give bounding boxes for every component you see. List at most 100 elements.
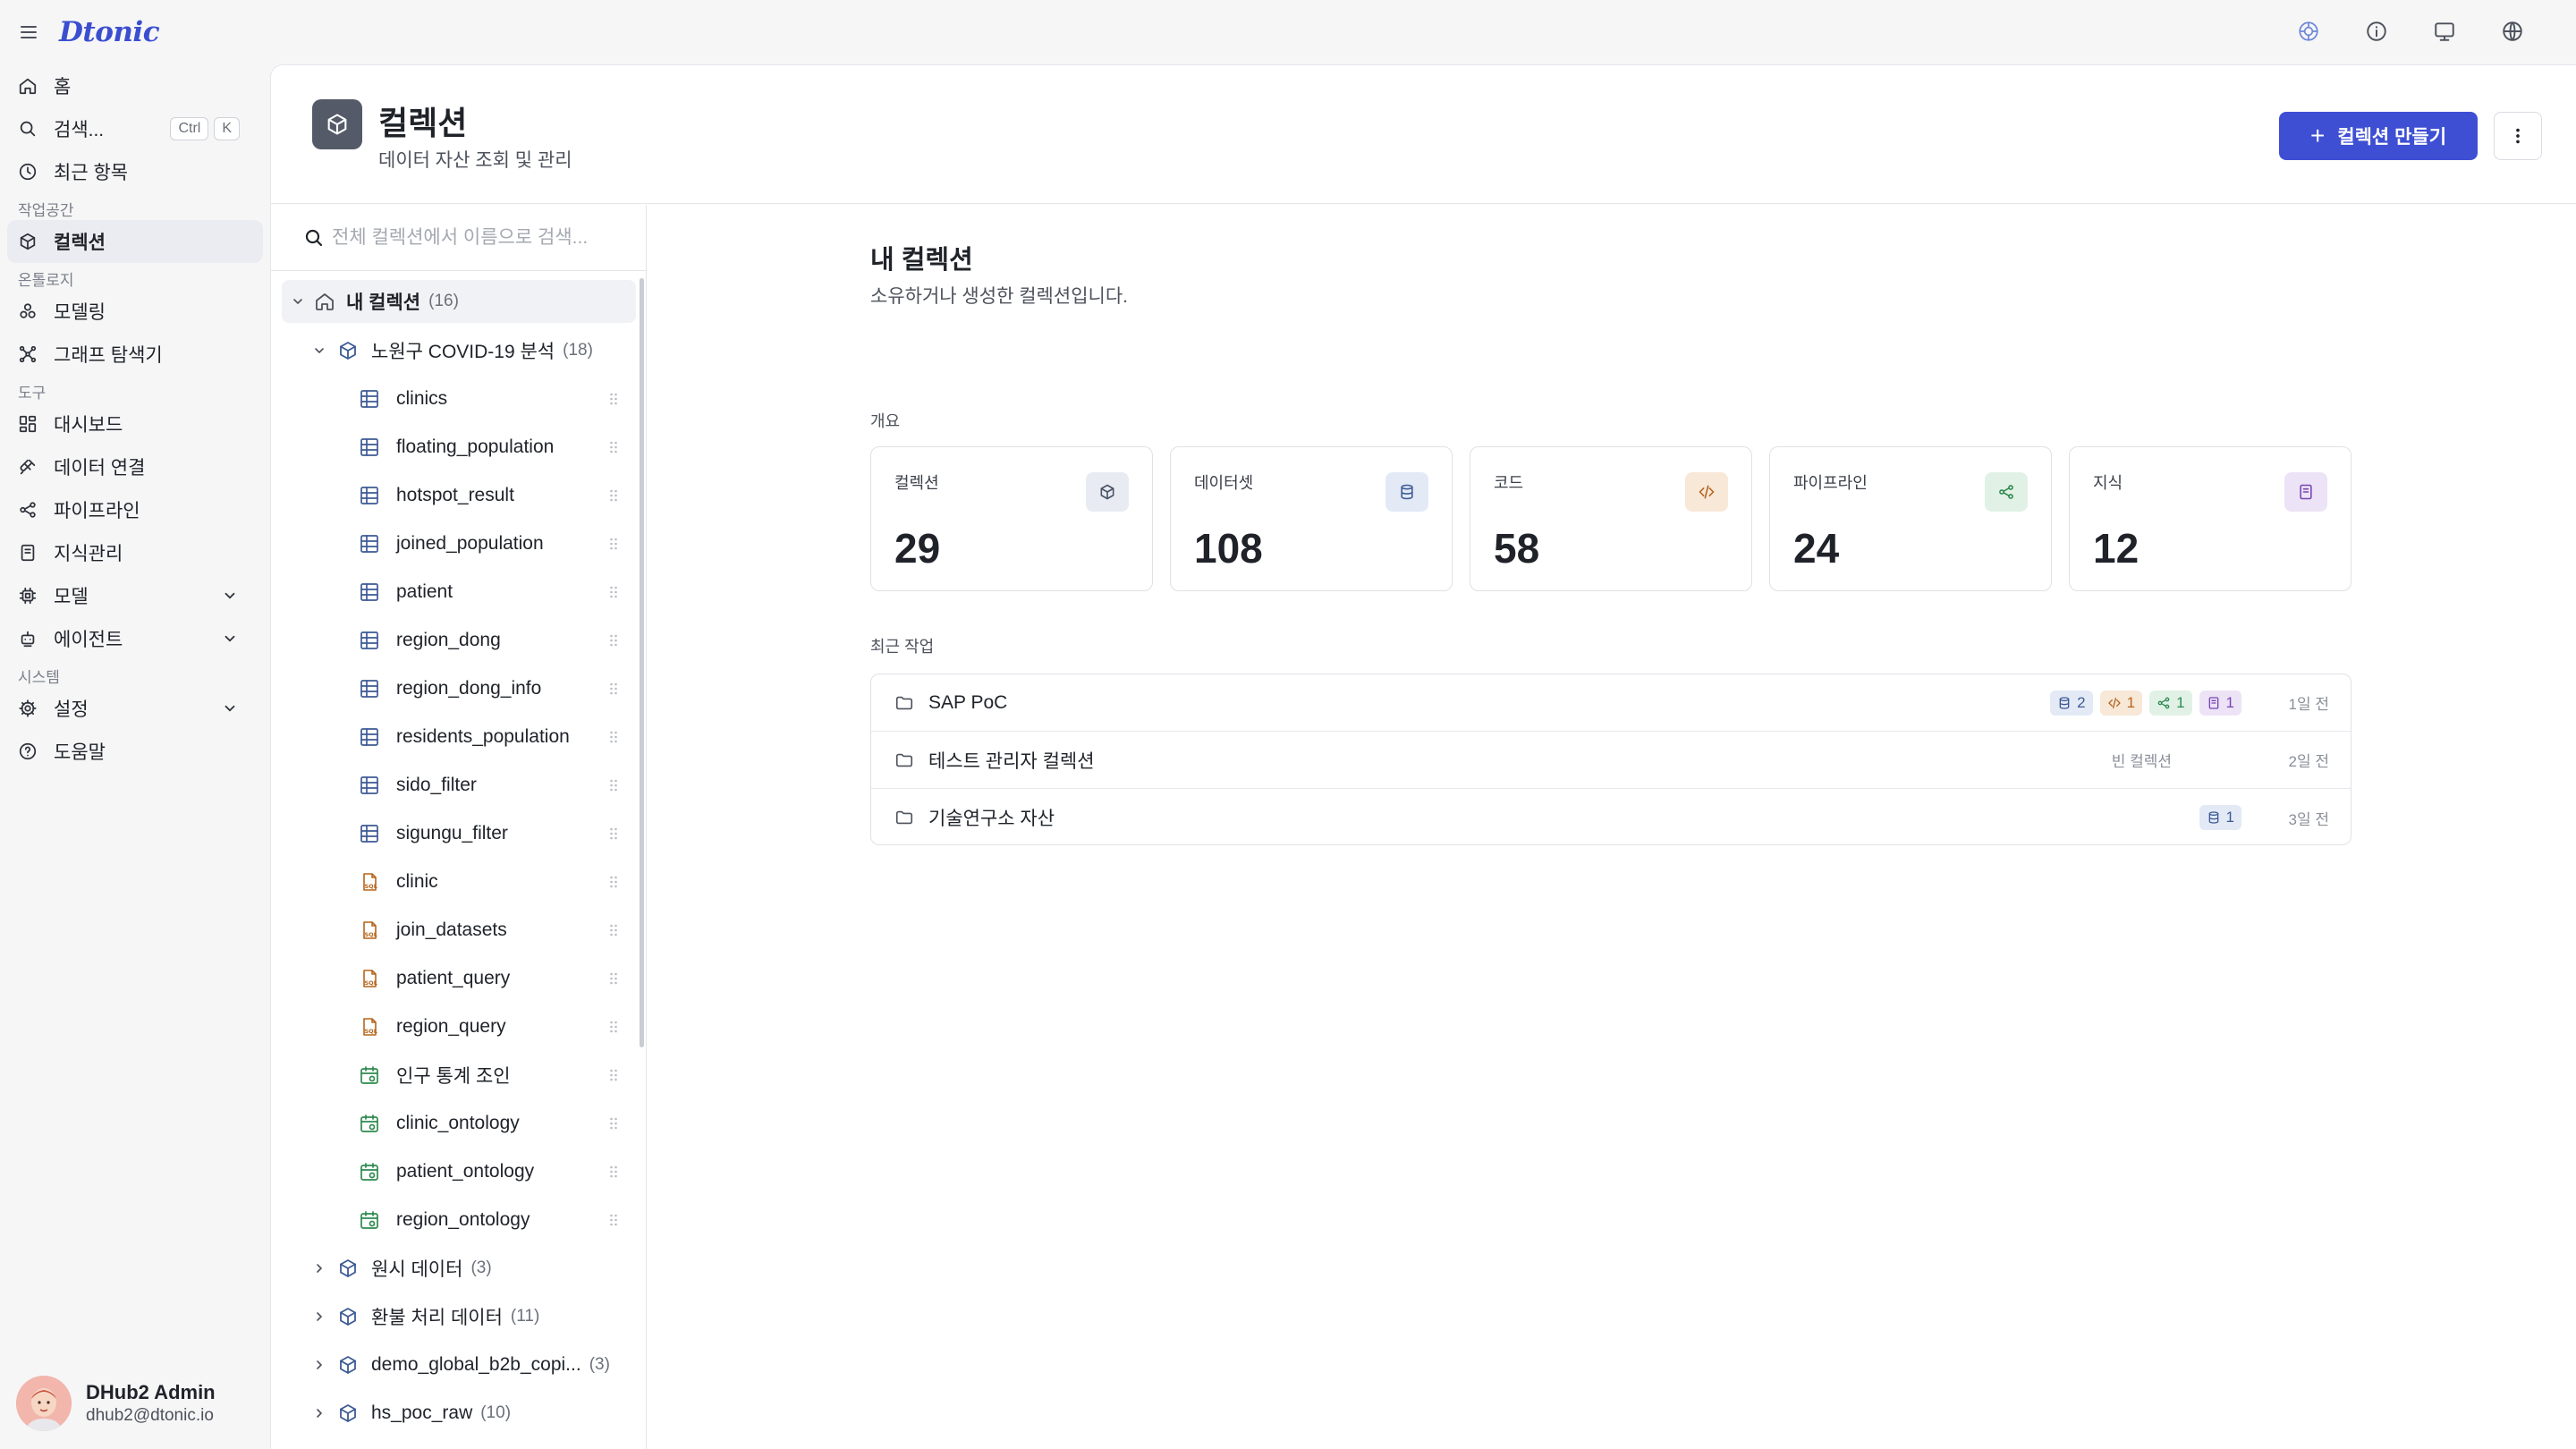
drag-handle-icon[interactable] xyxy=(609,537,618,551)
tree-collection[interactable]: demo_global_b2b_copi... (3) xyxy=(312,1343,629,1386)
sidebar-item-home[interactable]: 홈 xyxy=(0,64,263,107)
drag-handle-icon[interactable] xyxy=(609,875,618,889)
stat-card[interactable]: 컬렉션 29 xyxy=(870,446,1153,591)
tree-collection[interactable]: 원시 데이터 (3) xyxy=(312,1247,629,1290)
drag-handle-icon[interactable] xyxy=(609,778,618,792)
svg-text:SQL: SQL xyxy=(365,979,377,987)
table-icon xyxy=(360,680,378,698)
chevron-right-icon[interactable] xyxy=(312,1261,326,1275)
chevron-down-icon[interactable] xyxy=(312,343,326,358)
sidebar-item-robot[interactable]: 에이전트 xyxy=(0,617,263,660)
tree-item[interactable]: SQL patient_query xyxy=(359,957,629,1000)
status-icon[interactable] xyxy=(2297,20,2320,43)
tree-item[interactable]: region_dong_info xyxy=(359,667,629,710)
stat-card[interactable]: 지식 12 xyxy=(2069,446,2351,591)
tree-item[interactable]: SQL clinic xyxy=(359,860,629,903)
sidebar-item-clock[interactable]: 최근 항목 xyxy=(0,150,263,193)
create-collection-button[interactable]: + 컬렉션 만들기 xyxy=(2279,112,2478,160)
empty-collection-note: 빈 컬렉션 xyxy=(2111,753,2172,770)
drag-handle-icon[interactable] xyxy=(609,730,618,744)
tree-collection-covid[interactable]: 노원구 COVID-19 분석 (18) xyxy=(312,329,629,372)
cube-icon xyxy=(340,342,356,360)
tree-item[interactable]: clinics xyxy=(359,377,629,420)
section-subtitle: 소유하거나 생성한 컬렉션입니다. xyxy=(870,286,1128,307)
section-label-tools: 도구 xyxy=(18,385,47,402)
recent-row[interactable]: SAP PoC 2 1 1 1 1일 전 xyxy=(871,674,2351,732)
sidebar-item-modeling[interactable]: 모델링 xyxy=(0,290,263,333)
recent-row[interactable]: 테스트 관리자 컬렉션 빈 컬렉션 2일 전 xyxy=(871,732,2351,789)
drag-handle-icon[interactable] xyxy=(609,971,618,986)
chevron-right-icon[interactable] xyxy=(312,1406,326,1420)
chevron-right-icon[interactable] xyxy=(312,1358,326,1372)
tree-item[interactable]: SQL region_query xyxy=(359,1005,629,1048)
recent-row[interactable]: 기술연구소 자산 1 3일 전 xyxy=(871,789,2351,844)
stat-card[interactable]: 파이프라인 24 xyxy=(1769,446,2052,591)
asset-count-chip: 1 xyxy=(2149,690,2192,716)
tree-item[interactable]: hotspot_result xyxy=(359,474,629,517)
tree-item[interactable]: joined_population xyxy=(359,522,629,565)
drag-handle-icon[interactable] xyxy=(609,923,618,937)
stat-badge xyxy=(1086,472,1129,512)
tree-item[interactable]: SQL join_datasets xyxy=(359,909,629,952)
chevron-down-icon[interactable] xyxy=(291,294,305,309)
sidebar-item-help[interactable]: 도움말 xyxy=(0,730,263,773)
sidebar-item-search[interactable]: 검색... Ctrl K xyxy=(0,107,263,150)
user-email: dhub2@dtonic.io xyxy=(86,1406,214,1425)
tree-item[interactable]: patient xyxy=(359,571,629,614)
sidebar-item-cube[interactable]: 컬렉션 xyxy=(7,220,263,263)
info-icon[interactable] xyxy=(2365,20,2388,43)
tree-item[interactable]: 인구 통계 조인 xyxy=(359,1054,629,1097)
database-icon xyxy=(2208,811,2218,824)
sidebar-item-gear[interactable]: 설정 xyxy=(0,687,263,730)
recent-time: 2일 전 xyxy=(2288,753,2329,770)
stat-value: 29 xyxy=(894,525,941,572)
sidebar-item-pipeline[interactable]: 파이프라인 xyxy=(0,488,263,531)
stat-card[interactable]: 데이터셋 108 xyxy=(1170,446,1453,591)
chevron-right-icon[interactable] xyxy=(312,1309,326,1324)
tree-item[interactable]: clinic_ontology xyxy=(359,1102,629,1145)
tree-item[interactable]: patient_ontology xyxy=(359,1150,629,1193)
tree-item[interactable]: region_ontology xyxy=(359,1199,629,1241)
tree-item-label: patient_ontology xyxy=(396,1161,535,1182)
tree-item[interactable]: residents_population xyxy=(359,716,629,758)
recent-meta: 빈 컬렉션 2일 전 xyxy=(2112,749,2329,771)
app-logo[interactable]: Dtonic xyxy=(59,16,160,48)
sidebar-item-chip[interactable]: 모델 xyxy=(0,574,263,617)
tree-root-my-collections[interactable]: 내 컬렉션 (16) xyxy=(282,280,636,323)
tree-item-label: clinic xyxy=(396,871,438,892)
stat-label: 파이프라인 xyxy=(1793,474,1868,492)
tree-scrollbar[interactable] xyxy=(640,278,644,1047)
tree-collection[interactable]: hs_poc_raw (10) xyxy=(312,1392,629,1435)
drag-handle-icon[interactable] xyxy=(609,1165,618,1179)
sidebar-item-book[interactable]: 지식관리 xyxy=(0,531,263,574)
menu-icon[interactable] xyxy=(18,21,39,43)
drag-handle-icon[interactable] xyxy=(609,392,618,406)
user-profile[interactable]: DHub2 Admin dhub2@dtonic.io xyxy=(16,1376,216,1431)
table-icon xyxy=(360,776,378,794)
sidebar-item-dashboard[interactable]: 대시보드 xyxy=(0,402,263,445)
tree-search-input[interactable] xyxy=(332,226,618,249)
tree-collection[interactable]: 환불 처리 데이터 (11) xyxy=(312,1295,629,1338)
tree-item[interactable]: sigungu_filter xyxy=(359,812,629,855)
drag-handle-icon[interactable] xyxy=(609,440,618,454)
drag-handle-icon[interactable] xyxy=(609,488,618,503)
monitor-icon[interactable] xyxy=(2433,20,2456,43)
drag-handle-icon[interactable] xyxy=(609,1116,618,1131)
sidebar-item-plug[interactable]: 데이터 연결 xyxy=(0,445,263,488)
drag-handle-icon[interactable] xyxy=(609,585,618,599)
sidebar-item-graph[interactable]: 그래프 탐색기 xyxy=(0,333,263,376)
tree-item[interactable]: sido_filter xyxy=(359,764,629,807)
drag-handle-icon[interactable] xyxy=(609,1020,618,1034)
drag-handle-icon[interactable] xyxy=(609,682,618,696)
tree-collection-count: (3) xyxy=(589,1355,610,1374)
tree-item[interactable]: region_dong xyxy=(359,619,629,662)
stat-badge xyxy=(2284,472,2327,512)
globe-icon[interactable] xyxy=(2501,20,2524,43)
drag-handle-icon[interactable] xyxy=(609,633,618,648)
drag-handle-icon[interactable] xyxy=(609,1068,618,1082)
more-options-button[interactable] xyxy=(2494,112,2542,160)
tree-item[interactable]: floating_population xyxy=(359,426,629,469)
drag-handle-icon[interactable] xyxy=(609,1213,618,1227)
stat-card[interactable]: 코드 58 xyxy=(1470,446,1752,591)
drag-handle-icon[interactable] xyxy=(609,826,618,841)
